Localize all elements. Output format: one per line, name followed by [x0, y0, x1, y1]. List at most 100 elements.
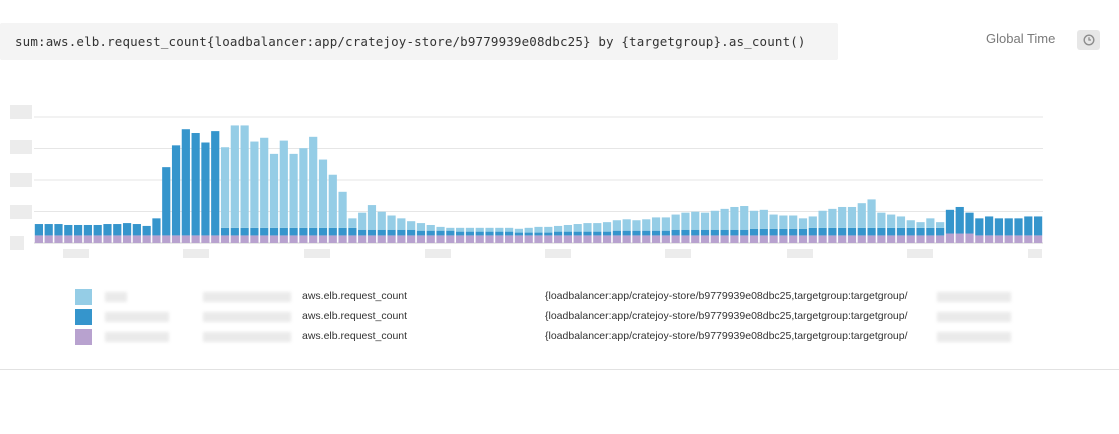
- bar-segment: [181, 235, 190, 243]
- bar-segment: [446, 230, 455, 236]
- bar-segment: [201, 235, 210, 243]
- timeseries-chart[interactable]: [0, 95, 1060, 270]
- bar-segment: [132, 224, 141, 236]
- bar-segment: [818, 235, 827, 243]
- bar-segment: [710, 229, 719, 236]
- bar-segment: [397, 218, 406, 230]
- bar-segment: [700, 229, 710, 236]
- bar-segment: [779, 235, 788, 243]
- bar-segment: [798, 235, 808, 243]
- bar-segment: [44, 224, 53, 236]
- bar-segment: [847, 235, 857, 243]
- redacted-value: [937, 312, 1011, 322]
- section-divider: [0, 369, 1119, 370]
- query-text[interactable]: sum:aws.elb.request_count{loadbalancer:a…: [15, 34, 806, 49]
- bar-segment: [514, 228, 524, 233]
- y-axis-label-redacted: [10, 173, 32, 187]
- bar-segment: [240, 125, 249, 228]
- redacted-value: [105, 332, 169, 342]
- bar-segment: [916, 222, 925, 228]
- bar-segment: [926, 227, 935, 236]
- y-axis-label-redacted: [10, 236, 24, 250]
- bar-segment: [602, 231, 612, 236]
- bar-segment: [691, 229, 700, 236]
- bar-segment: [779, 228, 788, 236]
- bar-segment: [456, 227, 465, 232]
- bar-segment: [407, 229, 416, 236]
- bar-segment: [789, 235, 798, 243]
- bar-segment: [456, 231, 465, 236]
- bar-segment: [505, 227, 514, 232]
- x-axis-label-redacted: [63, 249, 89, 258]
- bar-segment: [573, 224, 582, 232]
- bar-segment: [260, 227, 269, 236]
- bar-segment: [955, 233, 964, 243]
- bar-segment: [936, 227, 945, 236]
- x-axis-label-redacted: [183, 249, 209, 258]
- bar-segment: [201, 142, 210, 236]
- bar-segment: [583, 223, 592, 232]
- legend-metric: aws.elb.request_count: [302, 330, 408, 342]
- bar-segment: [181, 129, 190, 236]
- bar-segment: [524, 227, 533, 233]
- bar-segment: [612, 220, 621, 231]
- bar-segment: [328, 227, 337, 236]
- bar-segment: [279, 140, 288, 228]
- bar-segment: [485, 231, 494, 236]
- bar-segment: [475, 231, 484, 236]
- bar-segment: [896, 216, 906, 228]
- bar-segment: [230, 227, 239, 236]
- query-editor[interactable]: sum:aws.elb.request_count{loadbalancer:a…: [0, 23, 838, 60]
- bar-segment: [397, 229, 406, 236]
- bar-segment: [945, 209, 955, 234]
- bar-segment: [877, 212, 886, 228]
- bar-segment: [309, 227, 318, 236]
- bar-segment: [808, 227, 817, 236]
- bar-segment: [887, 214, 896, 228]
- bar-segment: [544, 226, 553, 233]
- bar-segment: [700, 212, 710, 230]
- bar-segment: [544, 235, 553, 243]
- bar-segment: [593, 235, 602, 243]
- global-time-button[interactable]: [1077, 30, 1100, 50]
- bar-segment: [269, 153, 279, 228]
- bar-segment: [299, 148, 308, 228]
- bar-segment: [230, 235, 239, 243]
- bar-segment: [407, 221, 416, 230]
- bar-segment: [446, 235, 455, 243]
- bar-segment: [847, 206, 857, 228]
- bar-segment: [387, 235, 396, 243]
- bar-segment: [436, 235, 445, 243]
- bar-segment: [681, 229, 690, 236]
- bar-segment: [857, 227, 866, 236]
- bar-segment: [965, 212, 974, 234]
- redacted-value: [105, 292, 127, 302]
- bar-segment: [446, 227, 455, 231]
- bar-segment: [936, 222, 945, 228]
- bar-segment: [661, 230, 670, 236]
- bar-segment: [250, 227, 259, 236]
- bar-segment: [1024, 235, 1033, 243]
- x-axis-label-redacted: [907, 249, 933, 258]
- bar-segment: [1004, 235, 1013, 243]
- bar-segment: [299, 235, 308, 243]
- bar-segment: [220, 235, 230, 243]
- bar-segment: [485, 227, 494, 232]
- bar-segment: [612, 230, 621, 236]
- bar-segment: [730, 206, 739, 230]
- bar-segment: [416, 235, 426, 243]
- bar-segment: [240, 235, 249, 243]
- bar-segment: [651, 235, 661, 243]
- bar-segment: [720, 235, 729, 243]
- bar-segment: [122, 235, 132, 243]
- bar-segment: [240, 227, 249, 236]
- bar-segment: [798, 218, 808, 229]
- bar-segment: [152, 235, 161, 243]
- bar-segment: [691, 235, 700, 243]
- bar-segment: [945, 233, 955, 243]
- redacted-value: [105, 312, 169, 322]
- bar-segment: [740, 229, 749, 236]
- bar-segment: [828, 235, 837, 243]
- bar-segment: [975, 218, 984, 236]
- bar-segment: [485, 235, 494, 243]
